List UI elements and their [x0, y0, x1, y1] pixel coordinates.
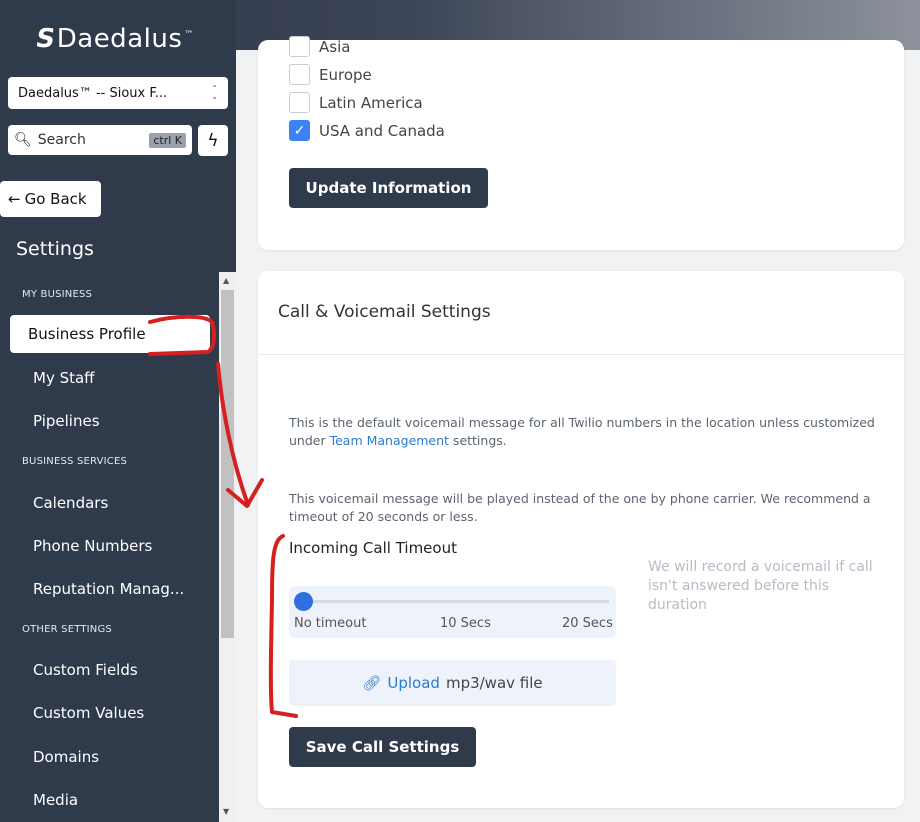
region-row-latin-america[interactable]: Latin America	[289, 92, 423, 113]
checkbox-latin-america[interactable]	[289, 92, 310, 113]
region-row-usa-canada[interactable]: ✓ USA and Canada	[289, 120, 445, 141]
tick-no-timeout: No timeout	[294, 616, 367, 631]
daedalus-logo-icon: S	[33, 24, 58, 54]
search-input[interactable]: 🔍︎ Search ctrl K	[8, 125, 192, 155]
nav-section-other-settings: OTHER SETTINGS	[22, 624, 112, 635]
para-text: settings.	[448, 433, 507, 448]
shortcut-badge: ctrl K	[149, 132, 186, 148]
logo[interactable]: S Daedalus ™	[33, 24, 194, 54]
voicemail-recommendation-text: This voicemail message will be played in…	[289, 491, 871, 524]
checkbox-asia[interactable]	[289, 36, 310, 57]
sidebar-item-business-profile[interactable]: Business Profile	[10, 315, 210, 353]
checkmark-icon: ✓	[293, 122, 306, 139]
upload-link[interactable]: Upload	[387, 674, 440, 692]
update-information-button[interactable]: Update Information	[289, 168, 488, 208]
upload-file-types: mp3/wav file	[445, 674, 543, 692]
region-row-europe[interactable]: Europe	[289, 64, 372, 85]
quick-actions-button[interactable]: ϟ	[198, 125, 228, 156]
sidebar-item-calendars[interactable]: Calendars	[0, 494, 108, 512]
save-call-settings-button[interactable]: Save Call Settings	[289, 727, 476, 767]
brand-tm: ™	[184, 30, 194, 40]
scroll-down-icon[interactable]: ▼	[223, 807, 229, 816]
location-select[interactable]: Daedalus™ -- Sioux F... ⌃ ⌄	[8, 77, 228, 109]
checkbox-usa-canada[interactable]: ✓	[289, 120, 310, 141]
sidebar-item-phone-numbers[interactable]: Phone Numbers	[0, 537, 152, 555]
incoming-call-timeout-label: Incoming Call Timeout	[289, 539, 457, 557]
tick-10-secs: 10 Secs	[440, 616, 491, 631]
sidebar-item-reputation-management[interactable]: Reputation Manag...	[0, 580, 184, 598]
sidebar-item-custom-fields[interactable]: Custom Fields	[0, 661, 138, 679]
slider-handle[interactable]	[294, 592, 313, 611]
go-back-button[interactable]: ← Go Back	[0, 181, 101, 217]
call-voicemail-card: Call & Voicemail Settings This is the de…	[258, 271, 904, 808]
voicemail-default-text: This is the default voicemail message fo…	[289, 414, 879, 450]
team-management-link[interactable]: Team Management	[330, 433, 449, 448]
scroll-up-icon[interactable]: ▲	[223, 276, 229, 285]
tick-20-secs: 20 Secs	[562, 616, 613, 631]
upload-dropzone[interactable]: 🔗︎ Upload mp3/wav file	[289, 660, 616, 706]
select-arrows-icon: ⌃ ⌄	[211, 84, 218, 101]
divider	[258, 354, 904, 355]
sidebar-scrollbar[interactable]: ▲ ▼	[219, 272, 236, 822]
location-value: Daedalus™ -- Sioux F...	[18, 85, 168, 101]
region-label: Asia	[319, 37, 351, 56]
region-label: USA and Canada	[319, 121, 445, 140]
timeout-hint: We will record a voicemail if call isn't…	[648, 559, 873, 613]
slider-track[interactable]	[303, 600, 609, 603]
lightning-icon: ϟ	[207, 130, 219, 151]
checkbox-europe[interactable]	[289, 64, 310, 85]
brand-name: Daedalus	[56, 24, 183, 54]
go-back-label: Go Back	[24, 190, 87, 208]
region-label: Latin America	[319, 93, 423, 112]
nav-section-business-services: BUSINESS SERVICES	[22, 456, 128, 467]
sidebar-item-media[interactable]: Media	[0, 791, 78, 809]
card-title: Call & Voicemail Settings	[278, 302, 491, 322]
sidebar-item-domains[interactable]: Domains	[0, 748, 99, 766]
scrollbar-thumb[interactable]	[221, 290, 234, 638]
nav-section-my-business: MY BUSINESS	[22, 289, 93, 300]
region-row-asia[interactable]: Asia	[289, 36, 350, 57]
settings-title: Settings	[16, 238, 94, 260]
sidebar-item-pipelines[interactable]: Pipelines	[0, 412, 100, 430]
search-label: Search	[37, 132, 86, 148]
timeout-slider[interactable]: No timeout 10 Secs 20 Secs	[289, 586, 616, 638]
search-icon: 🔍︎	[14, 132, 32, 148]
arrow-left-icon: ←	[8, 190, 21, 208]
paperclip-icon: 🔗︎	[362, 674, 382, 692]
sidebar-item-my-staff[interactable]: My Staff	[0, 369, 95, 387]
sidebar: S Daedalus ™ Daedalus™ -- Sioux F... ⌃ ⌄ …	[0, 0, 236, 822]
region-label: Europe	[319, 65, 372, 84]
regions-card: Asia Europe Latin America ✓ USA and Cana…	[258, 36, 904, 250]
sidebar-item-custom-values[interactable]: Custom Values	[0, 704, 144, 722]
